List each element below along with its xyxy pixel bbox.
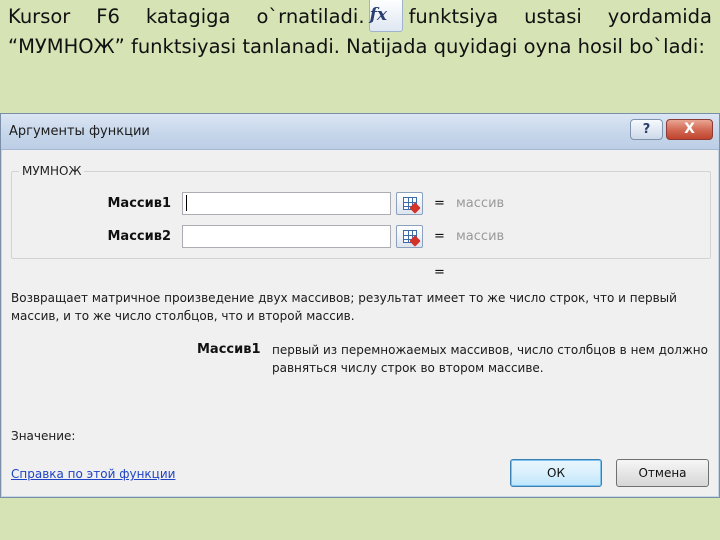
fx-icon: fx bbox=[368, 0, 403, 32]
dialog-titlebar[interactable]: Аргументы функции ? X bbox=[1, 114, 719, 150]
dialog-title: Аргументы функции bbox=[9, 124, 150, 139]
param-name: Массив1 bbox=[197, 342, 261, 357]
function-name: МУМНОЖ bbox=[19, 164, 85, 178]
arg2-input[interactable] bbox=[182, 225, 391, 248]
function-arguments-dialog: Аргументы функции ? X МУМНОЖ Массив1 = м… bbox=[0, 113, 720, 498]
arg1-hint: массив bbox=[456, 196, 505, 211]
text-caret bbox=[186, 195, 187, 211]
cancel-button[interactable]: Отмена bbox=[616, 459, 709, 487]
arg1-equals: = bbox=[434, 196, 445, 211]
help-link[interactable]: Справка по этой функции bbox=[11, 467, 175, 481]
function-description: Возвращает матричное произведение двух м… bbox=[11, 291, 677, 323]
close-icon[interactable]: X bbox=[666, 119, 713, 140]
arg2-label: Массив2 bbox=[107, 229, 171, 244]
slide-text: Kursor F6 katagiga o`rnatiladi. fx funktsi… bbox=[8, 0, 712, 62]
ok-button[interactable]: ОК bbox=[510, 459, 602, 487]
arg1-input[interactable] bbox=[182, 192, 391, 215]
result-equals: = bbox=[434, 265, 445, 280]
arg1-collapse-icon[interactable] bbox=[396, 192, 423, 215]
arg1-label: Массив1 bbox=[107, 196, 171, 211]
arg2-equals: = bbox=[434, 229, 445, 244]
value-label: Значение: bbox=[11, 429, 76, 443]
slide-text-before: Kursor F6 katagiga o`rnatiladi. bbox=[8, 5, 365, 28]
arg2-hint: массив bbox=[456, 229, 505, 244]
help-icon[interactable]: ? bbox=[630, 119, 663, 140]
param-description: первый из перемножаемых массивов, число … bbox=[272, 343, 708, 375]
arg2-collapse-icon[interactable] bbox=[396, 225, 423, 248]
